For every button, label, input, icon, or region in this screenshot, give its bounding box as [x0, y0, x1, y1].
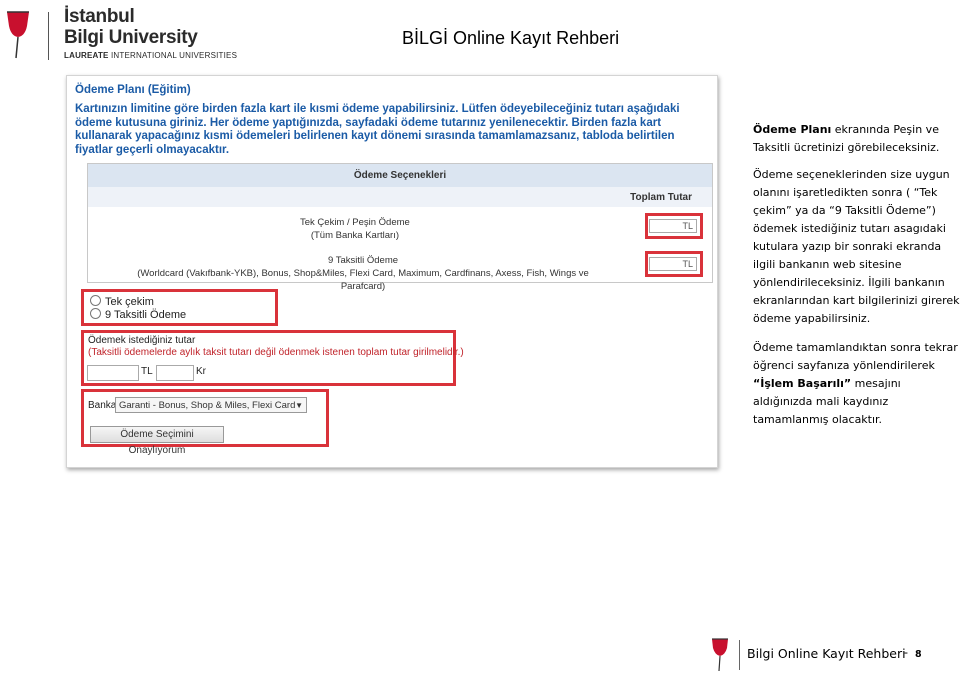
wine-glass-footer-icon	[712, 638, 728, 672]
installment-total-highlight: TL	[645, 251, 703, 277]
plan-title: Ödeme Planı (Eğitim)	[75, 84, 191, 96]
option-installment-payment: 9 Taksitli Ödeme (Worldcard (Vakıfbank-Y…	[137, 255, 589, 292]
footer-title: Bilgi Online Kayıt Rehberi	[747, 646, 906, 661]
amount-kr-input[interactable]	[156, 365, 194, 381]
bank-label: Banka	[88, 400, 117, 411]
installment-total-field: TL	[649, 257, 697, 271]
amount-label: Ödemek istediğiniz tutar	[88, 335, 196, 346]
single-payment-total-highlight: TL	[645, 213, 703, 239]
options-subheader	[88, 187, 712, 207]
page-number: 8	[915, 649, 922, 660]
logo-divider	[48, 12, 49, 60]
single-payment-total-field: TL	[649, 219, 697, 233]
bank-selection-section: Banka Garanti - Bonus, Shop & Miles, Fle…	[81, 389, 329, 456]
logo-text-istanbul: İstanbul	[64, 6, 135, 27]
document-title: BİLGİ Online Kayıt Rehberi	[402, 28, 620, 48]
explanation-paragraph-2: Ödeme seçeneklerinden size uygun olanını…	[753, 168, 960, 325]
confirm-payment-button[interactable]: Ödeme Seçimini Onaylıyorum	[90, 426, 224, 456]
amount-tl-input[interactable]	[87, 365, 139, 381]
chevron-down-icon: ▼	[295, 401, 303, 410]
amount-warning: (Taksitli ödemelerde aylık taksit tutarı…	[88, 347, 464, 358]
wine-glass-logo-icon	[7, 11, 29, 59]
explanation-paragraph-1: Ödeme Planı ekranında Peşin ve Taksitli …	[753, 123, 940, 154]
amount-kr-label: Kr	[196, 366, 206, 377]
payment-type-radio-group: Tek çekim 9 Taksitli Ödeme	[81, 289, 278, 326]
radio-installment-payment[interactable]: 9 Taksitli Ödeme	[90, 308, 186, 321]
logo-text-laureate: LAUREATE INTERNATIONAL UNIVERSITIES	[64, 51, 238, 60]
explanation-paragraph-3: Ödeme tamamlandıktan sonra tekrar öğrenc…	[753, 341, 958, 426]
option-single-payment: Tek Çekim / Peşin Ödeme (Tüm Banka Kartl…	[300, 217, 410, 241]
amount-tl-label: TL	[141, 366, 153, 377]
radio-single-payment[interactable]: Tek çekim	[90, 295, 154, 308]
radio-circle-icon[interactable]	[90, 295, 101, 306]
bank-select[interactable]: Garanti - Bonus, Shop & Miles, Flexi Car…	[115, 397, 307, 413]
payment-amount-section: Ödemek istediğiniz tutar (Taksitli ödeme…	[81, 330, 464, 386]
payment-options-table: Ödeme Seçenekleri Toplam Tutar Tek Çekim…	[87, 163, 713, 292]
total-header: Toplam Tutar	[630, 192, 692, 203]
university-logo: İstanbul Bilgi University LAUREATE INTER…	[4, 6, 244, 64]
options-header: Ödeme Seçenekleri	[88, 164, 712, 187]
footer-divider	[739, 640, 740, 670]
payment-info-text: Kartınızın limitine göre birden fazla ka…	[75, 103, 680, 156]
radio-circle-icon[interactable]	[90, 308, 101, 319]
footer-dash: -	[904, 645, 908, 659]
payment-plan-screenshot: Ödeme Planı (Eğitim) Kartınızın limitine…	[66, 75, 718, 468]
logo-text-bilgi-university: Bilgi University	[64, 27, 198, 48]
